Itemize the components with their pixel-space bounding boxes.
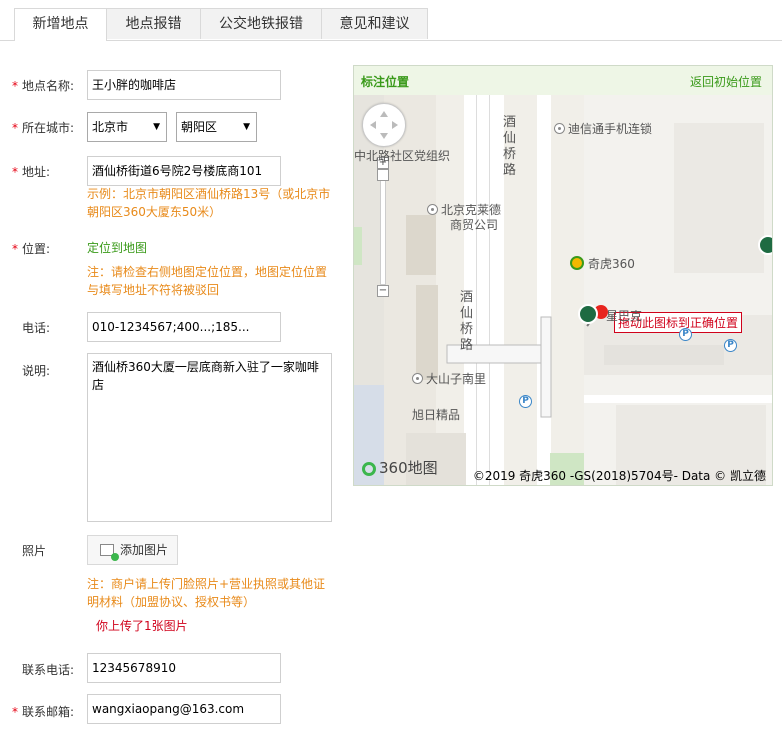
map-logo: 360地图 bbox=[362, 457, 438, 478]
add-photo-button[interactable]: 添加图片 bbox=[87, 535, 178, 565]
zoom-out-button[interactable]: − bbox=[377, 285, 389, 297]
map-logo-icon bbox=[362, 462, 376, 476]
zoom-handle[interactable] bbox=[377, 169, 389, 181]
poi-icon bbox=[427, 204, 438, 215]
map-label-kelaide-2: 商贸公司 bbox=[450, 218, 499, 232]
map-label-starbucks: 星巴克 bbox=[606, 309, 643, 323]
photo-label: 照片 bbox=[22, 544, 47, 558]
map-poi-dishin: 迪信通手机连锁 bbox=[554, 120, 652, 137]
zoom-slider[interactable] bbox=[380, 169, 386, 285]
tab-new-place[interactable]: 新增地点 bbox=[14, 8, 107, 41]
map-label-xuri: 旭日精品 bbox=[412, 408, 461, 422]
city-label: * 所在城市: bbox=[12, 121, 75, 135]
map-header: 标注位置 返回初始位置 bbox=[354, 66, 772, 96]
starbucks-icon bbox=[758, 235, 772, 255]
map-label-community: 中北路社区党组织 bbox=[354, 149, 451, 163]
reset-position-link[interactable]: 返回初始位置 bbox=[690, 73, 762, 90]
qihu-360-icon bbox=[570, 256, 584, 270]
description-label: 说明: bbox=[22, 364, 51, 378]
map-panel: 标注位置 返回初始位置 + − 中北路社区党组织 迪信通手机连锁 北京克莱德 商… bbox=[353, 65, 773, 486]
place-name-input[interactable]: 王小胖的咖啡店 bbox=[87, 70, 281, 100]
contact-phone-label: 联系电话: bbox=[22, 663, 75, 677]
upload-status: 你上传了1张图片 bbox=[96, 619, 188, 633]
parking-icon: P bbox=[724, 339, 737, 352]
address-input[interactable]: 酒仙桥街道6号院2号楼底商101 bbox=[87, 156, 281, 186]
map-pan-control[interactable] bbox=[362, 103, 406, 147]
chevron-down-icon: ▼ bbox=[153, 122, 160, 132]
contact-email-label: * 联系邮箱: bbox=[12, 705, 75, 719]
photo-hint: 注：商户请上传门脸照片+营业执照或其他证 明材料（加盟协议、授权书等） bbox=[87, 577, 326, 609]
map-copyright: ©2019 奇虎360 -GS(2018)5704号- Data © 凯立德 bbox=[472, 469, 766, 483]
required-mark: * bbox=[12, 79, 18, 93]
tab-transit-error[interactable]: 公交地铁报错 bbox=[200, 8, 322, 39]
contact-phone-input[interactable]: 12345678910 bbox=[87, 653, 281, 683]
parking-icon: P bbox=[519, 395, 532, 408]
poi-icon bbox=[554, 123, 565, 134]
address-label: * 地址: bbox=[12, 165, 51, 179]
tab-bar: 新增地点 地点报错 公交地铁报错 意见和建议 bbox=[0, 0, 782, 41]
map-poi-dashanzi: 大山子南里 bbox=[412, 370, 486, 387]
map-title: 标注位置 bbox=[361, 75, 410, 89]
address-hint: 示例：北京市朝阳区酒仙桥路13号（或北京市 朝阳区360大厦东50米） bbox=[87, 187, 331, 219]
poi-icon bbox=[412, 373, 423, 384]
phone-label: 电话: bbox=[22, 321, 51, 335]
position-label: * 位置: bbox=[12, 242, 51, 256]
city-select[interactable]: 北京市 ▼ bbox=[87, 112, 167, 142]
phone-input[interactable]: 010-1234567;400...;185... bbox=[87, 312, 281, 342]
zoom-control: + − bbox=[377, 157, 389, 297]
starbucks-icon bbox=[578, 304, 598, 324]
tab-feedback[interactable]: 意见和建议 bbox=[321, 8, 428, 39]
parking-icon: P bbox=[679, 328, 692, 341]
road-label-jiuxianqiao-1: 酒仙桥路 bbox=[503, 115, 517, 178]
image-add-icon bbox=[100, 544, 119, 561]
map-canvas[interactable]: + − 中北路社区党组织 迪信通手机连锁 北京克莱德 商贸公司 大山子南里 旭日… bbox=[354, 95, 772, 485]
map-label-qihu: 奇虎360 bbox=[588, 257, 635, 271]
chevron-down-icon: ▼ bbox=[243, 122, 250, 132]
position-hint: 注：请检查右侧地图定位位置，地图定位位置 与填写地址不符将被驳回 bbox=[87, 265, 328, 297]
district-select[interactable]: 朝阳区 ▼ bbox=[176, 112, 257, 142]
contact-email-input[interactable]: wangxiaopang@163.com bbox=[87, 694, 281, 724]
description-textarea[interactable]: 酒仙桥360大厦一层底商新入驻了一家咖啡店 bbox=[87, 353, 332, 522]
tab-place-error[interactable]: 地点报错 bbox=[106, 8, 201, 39]
name-label: * 地点名称: bbox=[12, 79, 75, 93]
locate-on-map-link[interactable]: 定位到地图 bbox=[87, 239, 147, 257]
pan-arrows-icon bbox=[370, 111, 398, 139]
road-label-jiuxianqiao-2: 酒仙桥路 bbox=[460, 290, 474, 353]
